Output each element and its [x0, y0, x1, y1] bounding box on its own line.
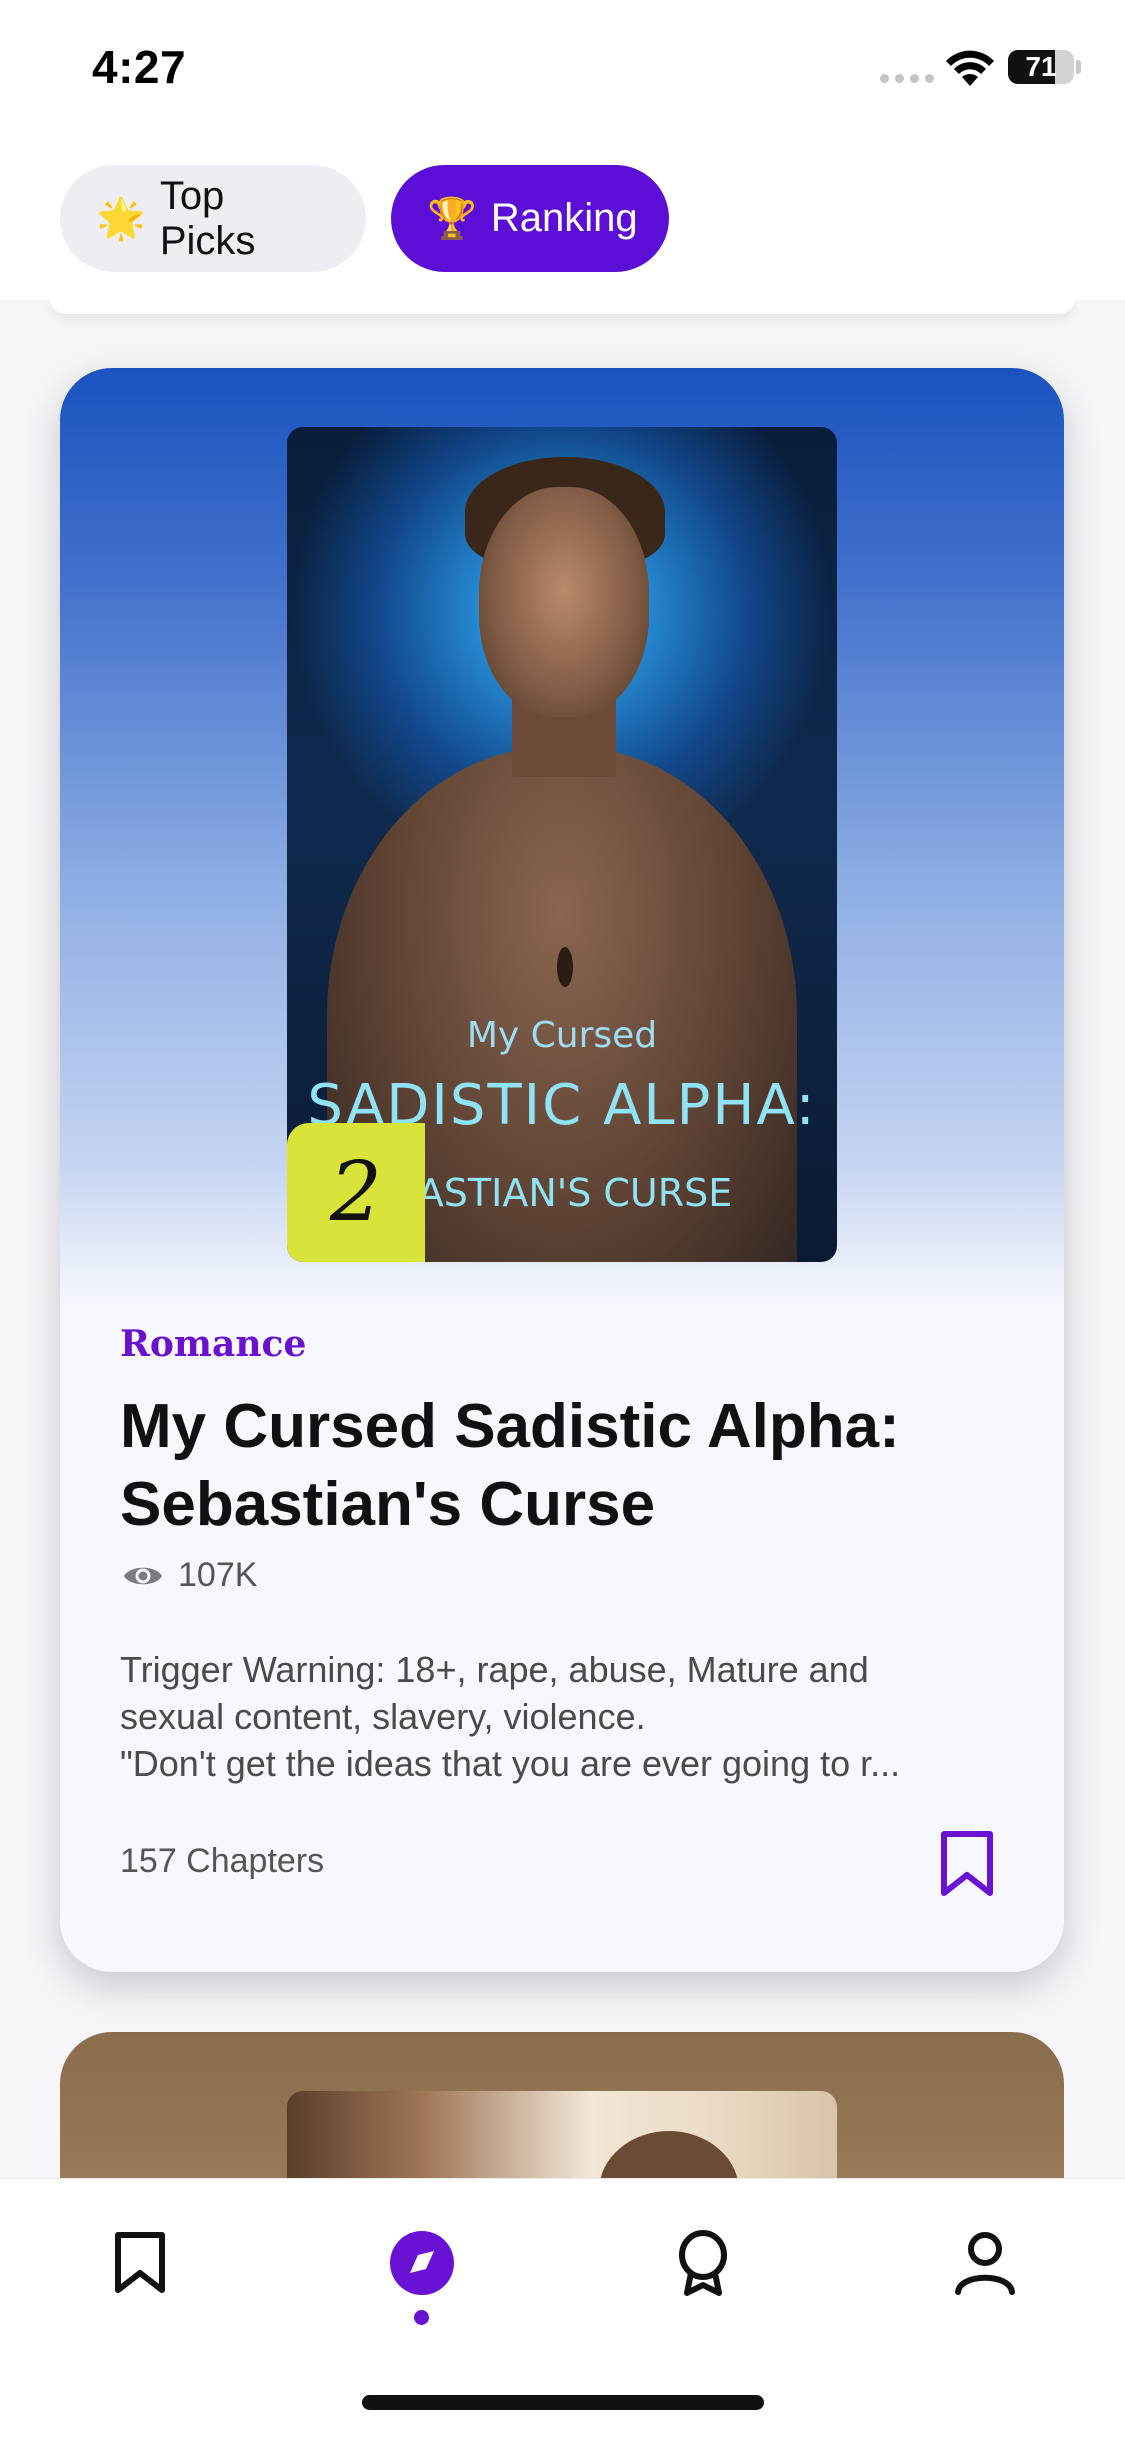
- trophy-icon: 🏆: [427, 196, 477, 241]
- status-bar: 4:27 71: [0, 0, 1125, 140]
- wifi-icon: [946, 50, 994, 86]
- bookmark-icon[interactable]: [938, 1830, 996, 1898]
- description-line: "Don't get the ideas that you are ever g…: [120, 1743, 901, 1784]
- battery-percent: 71: [1025, 51, 1057, 82]
- eye-icon: [124, 1567, 162, 1584]
- nav-discover[interactable]: [372, 2213, 472, 2313]
- award-icon: [679, 2230, 727, 2296]
- cover-art-head: [479, 487, 649, 717]
- book-card[interactable]: My Cursed SADISTIC ALPHA: BASTIAN'S CURS…: [60, 368, 1064, 1972]
- tab-label: Ranking: [490, 196, 638, 240]
- description-line: sexual content, slavery, violence.: [120, 1696, 646, 1737]
- cellular-signal-icon: [880, 74, 934, 83]
- star-icon: 🌟: [96, 196, 146, 241]
- home-indicator[interactable]: [362, 2395, 764, 2410]
- compass-icon: [390, 2231, 454, 2295]
- bookmark-icon: [115, 2232, 165, 2293]
- cover-title-line-1: My Cursed: [466, 1015, 658, 1056]
- view-count-value: 107K: [178, 1556, 258, 1594]
- battery-icon: 71: [1008, 50, 1074, 84]
- nav-library[interactable]: [90, 2213, 190, 2313]
- cover-art-necklace: [557, 947, 573, 987]
- tab-top-picks[interactable]: 🌟 Top Picks: [60, 165, 366, 272]
- view-count: 107K: [122, 1556, 257, 1595]
- chapter-count: 157 Chapters: [120, 1842, 325, 1880]
- nav-profile[interactable]: [935, 2213, 1035, 2313]
- nav-rewards[interactable]: [653, 2213, 753, 2313]
- status-time: 4:27: [92, 41, 187, 93]
- tabs-bar-edge: [50, 298, 1075, 314]
- rank-badge: 2: [287, 1123, 425, 1262]
- tab-ranking[interactable]: 🏆 Ranking: [391, 165, 669, 272]
- user-icon: [955, 2232, 1015, 2295]
- book-title[interactable]: My Cursed Sadistic Alpha: Sebastian's Cu…: [120, 1388, 1020, 1544]
- book-description: Trigger Warning: 18+, rape, abuse, Matur…: [120, 1646, 1020, 1787]
- genre-label: Romance: [120, 1323, 307, 1365]
- tab-label: Top Picks: [159, 173, 256, 263]
- battery-tip: [1076, 60, 1081, 74]
- nav-active-indicator: [414, 2310, 429, 2325]
- description-line: Trigger Warning: 18+, rape, abuse, Matur…: [120, 1649, 869, 1690]
